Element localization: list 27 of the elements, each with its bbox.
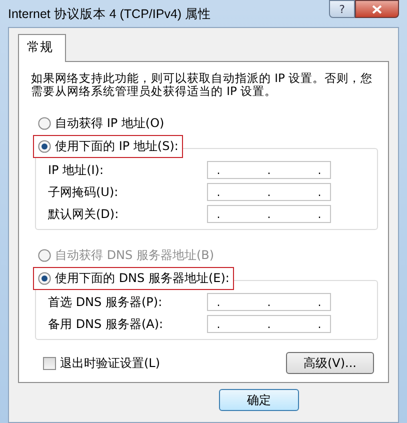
field-label: 首选 DNS 服务器(P): [48,294,162,310]
checkbox-label: 退出时验证设置(L) [60,354,160,372]
help-button[interactable]: ? [329,0,355,18]
ok-button[interactable]: 确定 [219,389,299,411]
radio-label: 使用下面的 DNS 服务器地址(E): [55,270,230,287]
field-label: 子网掩码(U): [48,184,118,200]
checkbox[interactable] [43,356,56,370]
close-button[interactable] [355,0,399,18]
radio-label: 自动获得 DNS 服务器地址(B) [55,247,214,264]
radio-button[interactable] [38,140,51,153]
ip-address-field[interactable]: . . . [207,161,331,179]
ip-address-field[interactable]: . . . [207,205,331,223]
close-icon [372,4,382,14]
radio-label: 使用下面的 IP 地址(S): [55,138,178,155]
ip-address-field[interactable]: . . . [207,315,331,333]
ip-address-field[interactable]: . . . [207,293,331,311]
radio-button[interactable] [38,272,51,285]
radio-button[interactable] [38,117,51,130]
field-label: 备用 DNS 服务器(A): [48,316,164,332]
radio-label: 自动获得 IP 地址(O) [55,115,164,132]
tab[interactable]: 常规 [18,34,66,62]
ip-address-field[interactable]: . . . [207,183,331,201]
window-title: Internet 协议版本 4 (TCP/IPv4) 属性 [8,6,212,23]
field-label: IP 地址(I): [48,162,104,178]
advanced-button[interactable]: 高级(V)... [286,352,374,374]
field-label: 默认网关(D): [48,206,119,222]
description-text: 如果网络支持此功能，则可以获取自动指派的 IP 设置。否则，您需要从网络系统管理员处获得适当的 IP 设置。 [31,72,374,98]
